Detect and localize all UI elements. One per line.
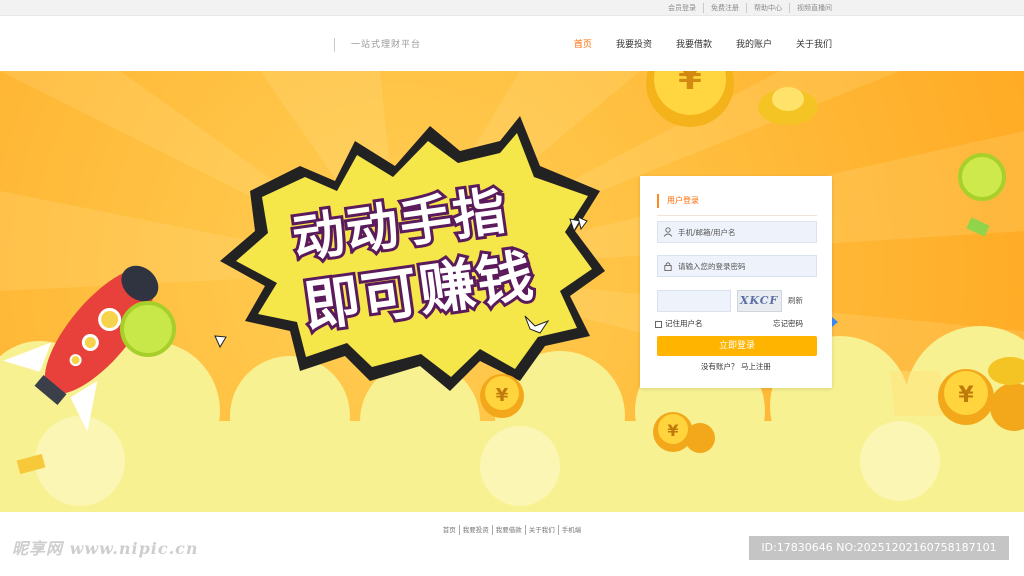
forgot-password-link[interactable]: 忘记密码 <box>773 318 803 330</box>
password-field[interactable] <box>657 255 817 277</box>
remember-me[interactable]: 记住用户名 <box>655 318 703 330</box>
footer-link-home[interactable]: 首页 <box>440 525 460 535</box>
site-header: 一站式理财平台 首页 我要投资 我要借款 我的账户 关于我们 <box>0 16 1024 71</box>
remember-label: 记住用户名 <box>665 319 703 328</box>
top-links: 会员登录 免费注册 帮助中心 视频直播间 <box>661 3 832 13</box>
main-nav: 首页 我要投资 我要借款 我的账户 关于我们 <box>550 38 832 52</box>
svg-text:¥: ¥ <box>667 421 678 440</box>
footer-link-about[interactable]: 关于我们 <box>526 525 559 535</box>
green-coin-left <box>120 301 176 357</box>
nav-item-borrow[interactable]: 我要借款 <box>676 38 712 52</box>
login-panel: 用户登录 XKCF 刷新 记住用户名 忘记密码 立即登录 没有账户？ 马上注册 <box>640 176 832 388</box>
user-icon <box>663 227 673 237</box>
svg-text:¥: ¥ <box>678 71 702 98</box>
footer-link-mobile[interactable]: 手机端 <box>559 525 585 535</box>
top-link-login[interactable]: 会员登录 <box>661 3 704 13</box>
nav-item-account[interactable]: 我的账户 <box>736 38 772 52</box>
footer-link-borrow[interactable]: 我要借款 <box>493 525 526 535</box>
lock-icon <box>664 262 672 271</box>
nav-item-home[interactable]: 首页 <box>574 38 592 52</box>
nav-item-about[interactable]: 关于我们 <box>796 38 832 52</box>
svg-text:¥: ¥ <box>958 383 974 408</box>
username-field[interactable] <box>657 221 817 243</box>
captcha-text: XKCF <box>740 294 779 307</box>
footer-links: 首页 我要投资 我要借款 关于我们 手机端 <box>0 525 1024 535</box>
watermark-logo: 昵享网 www.nipic.cn <box>12 539 199 558</box>
green-coin-right <box>958 153 1006 201</box>
refresh-captcha-link[interactable]: 刷新 <box>788 295 803 307</box>
username-input[interactable] <box>678 224 814 240</box>
hero-banner: 动动手指 即可赚钱 ¥ ¥ ¥ ¥ <box>0 71 1024 512</box>
password-input[interactable] <box>678 258 814 274</box>
svg-text:¥: ¥ <box>496 385 509 406</box>
watermark-id: ID:17830646 NO:20251202160758187101 <box>749 536 1009 560</box>
captcha-input[interactable] <box>657 290 731 312</box>
site-slogan: 一站式理财平台 <box>334 38 421 52</box>
top-link-help[interactable]: 帮助中心 <box>747 3 790 13</box>
register-link[interactable]: 没有账户？ 马上注册 <box>640 361 832 373</box>
footer-link-invest[interactable]: 我要投资 <box>460 525 493 535</box>
top-link-live[interactable]: 视频直播间 <box>790 3 832 13</box>
login-button[interactable]: 立即登录 <box>657 336 817 356</box>
remember-checkbox[interactable] <box>655 320 662 328</box>
login-divider <box>657 215 817 216</box>
top-link-register[interactable]: 免费注册 <box>704 3 747 13</box>
login-title: 用户登录 <box>657 194 699 208</box>
captcha-image[interactable]: XKCF <box>737 290 782 312</box>
coin-center: ¥ <box>480 374 524 418</box>
top-utility-bar: 会员登录 免费注册 帮助中心 视频直播间 <box>0 0 1024 16</box>
nav-item-invest[interactable]: 我要投资 <box>616 38 652 52</box>
hero-illustration: 动动手指 即可赚钱 ¥ ¥ ¥ ¥ <box>0 71 1024 512</box>
